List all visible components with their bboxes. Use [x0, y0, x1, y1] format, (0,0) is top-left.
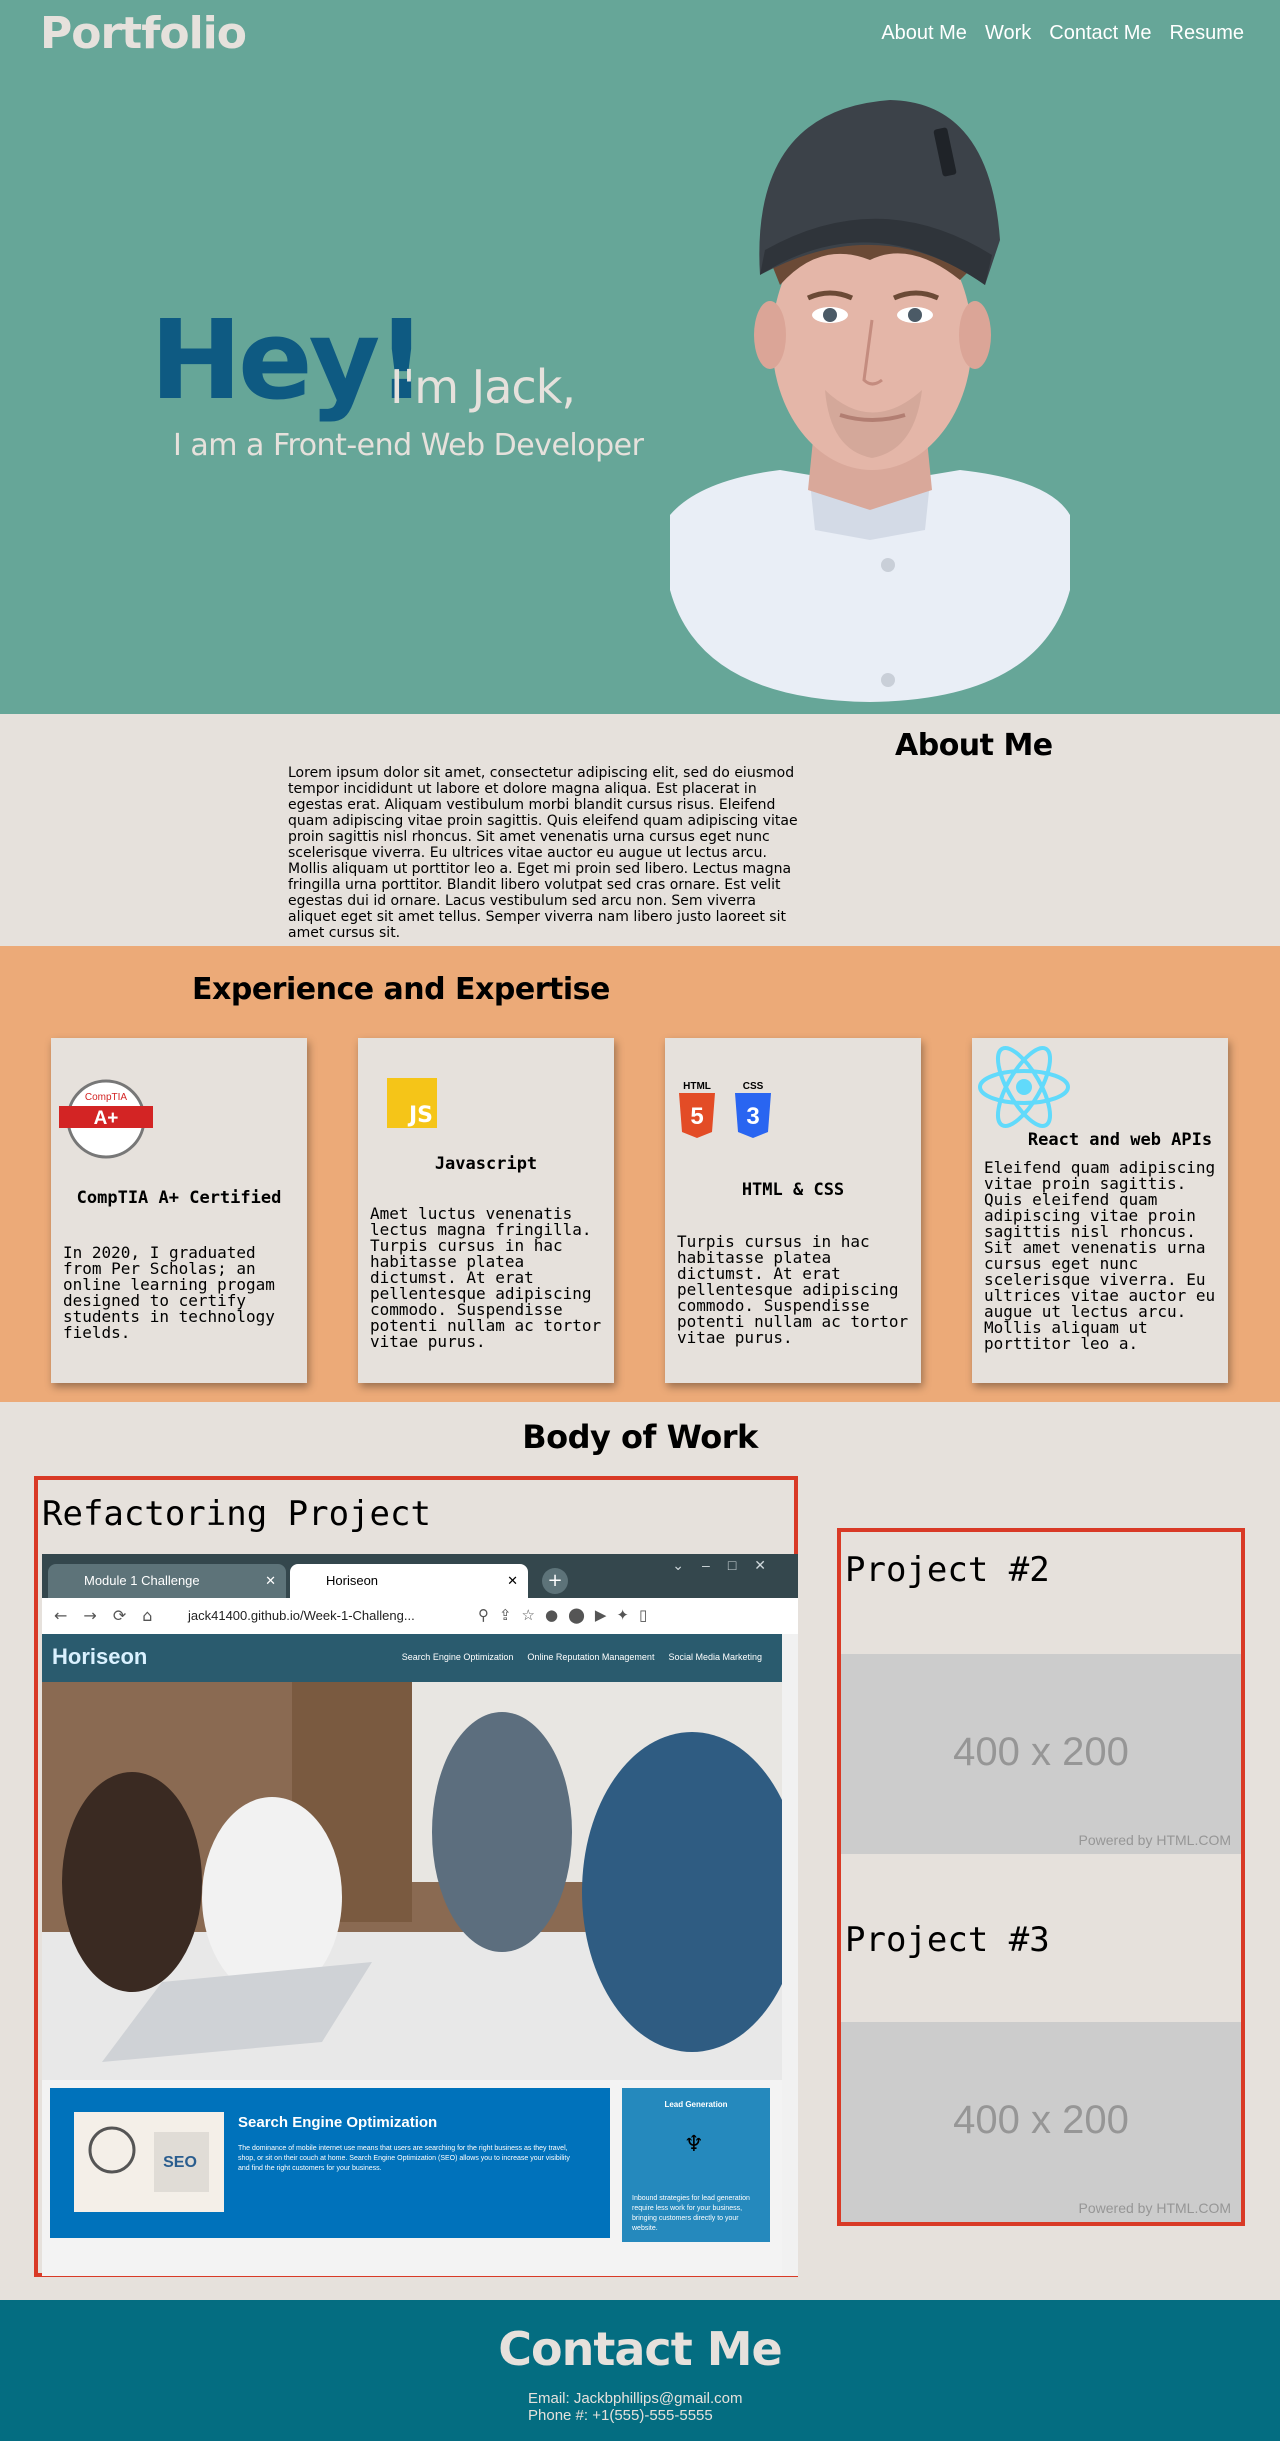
hero-subtitle: I am a Front-end Web Developer — [173, 428, 644, 463]
card-comptia: CompTIA A+ CompTIA A+ Certified In 2020,… — [51, 1038, 307, 1383]
lightbulb-icon: ♆ — [684, 2132, 704, 2157]
card-title: React and web APIs — [1027, 1130, 1213, 1150]
browser-url: jack41400.github.io/Week-1-Challeng... — [188, 1608, 415, 1623]
project-3-title: Project #3 — [845, 1920, 1050, 1960]
html-css-icon: HTML 5 CSS 3 — [679, 1081, 771, 1138]
react-logo-icon — [978, 1046, 1070, 1128]
side-projects: Project #2 400 x 200 Powered by HTML.COM… — [837, 1528, 1245, 2226]
seo-title: Search Engine Optimization — [238, 2114, 438, 2131]
horiseon-logo: Horiseon — [52, 1644, 148, 1669]
project-title: Refactoring Project — [42, 1494, 431, 1534]
card-title: CompTIA A+ Certified — [76, 1188, 282, 1208]
browser-tabbar: Module 1 Challenge ✕ Horiseon ✕ + ⌄–□✕ — [42, 1554, 798, 1598]
svg-text:JS: JS — [407, 1103, 433, 1128]
card-title: HTML & CSS — [741, 1180, 845, 1200]
svg-text:CSS: CSS — [743, 1081, 764, 1092]
project-refactoring[interactable]: Refactoring Project Module 1 Challenge ✕… — [34, 1476, 798, 2277]
svg-text:5: 5 — [690, 1103, 703, 1130]
javascript-icon: JS — [387, 1078, 437, 1128]
toolbar-icons: ⚲⇪☆●⬤▶✦▯ — [478, 1606, 658, 1624]
browser-tab-active: Horiseon ✕ — [290, 1564, 528, 1598]
hero-greeting: Hey! — [150, 296, 427, 424]
profile-photo — [670, 100, 1070, 702]
hero-section: Portfolio About Me Work Contact Me Resum… — [0, 0, 1280, 714]
seo-block: SEO Search Engine Optimization The domin… — [50, 2088, 610, 2238]
card-text: Amet luctus venenatis lectus magna fring… — [370, 1204, 602, 1351]
seo-image: SEO — [74, 2112, 224, 2212]
experience-title: Experience and Expertise — [192, 972, 610, 1007]
about-title: About Me — [895, 728, 1053, 763]
nav-arrows-icon: ←→⟳⌂ — [54, 1606, 169, 1625]
card-text: Turpis cursus in hac habitasse platea di… — [677, 1232, 909, 1347]
comptia-badge-icon: CompTIA A+ — [59, 1079, 153, 1159]
lead-text: Inbound strategies for lead generation r… — [632, 2195, 750, 2232]
browser-addressbar: ←→⟳⌂ jack41400.github.io/Week-1-Challeng… — [42, 1598, 798, 1635]
svg-text:CompTIA: CompTIA — [85, 1092, 128, 1103]
work-title: Body of Work — [522, 1418, 758, 1456]
card-javascript: JS Javascript Amet luctus venenatis lect… — [358, 1038, 614, 1383]
contact-section: Contact Me Email: Jackbphillips@gmail.co… — [0, 2300, 1280, 2441]
seo-text: The dominance of mobile internet use mea… — [238, 2145, 570, 2172]
window-controls-icon: ⌄–□✕ — [672, 1557, 784, 1573]
card-text: Eleifend quam adipiscing vitae proin sag… — [984, 1158, 1216, 1353]
main-nav: About Me Work Contact Me Resume — [881, 22, 1244, 45]
horiseon-header: Horiseon Search Engine Optimization Onli… — [42, 1634, 782, 1682]
project-2-placeholder[interactable]: 400 x 200 Powered by HTML.COM — [841, 1654, 1241, 1854]
svg-text:3: 3 — [746, 1103, 759, 1130]
lead-block: Lead Generation ♆ Inbound strategies for… — [622, 2088, 770, 2242]
about-text: Lorem ipsum dolor sit amet, consectetur … — [288, 765, 798, 941]
contact-email[interactable]: Email: Jackbphillips@gmail.com — [528, 2390, 742, 2407]
new-tab-icon: + — [542, 1568, 568, 1594]
screenshot-scrollbar — [782, 1634, 798, 2276]
card-text: In 2020, I graduated from Per Scholas; a… — [63, 1243, 275, 1342]
svg-text:A+: A+ — [94, 1108, 119, 1129]
about-section: About Me Lorem ipsum dolor sit amet, con… — [0, 714, 1280, 946]
horiseon-nav: Search Engine Optimization Online Reputa… — [401, 1652, 762, 1662]
work-section: Body of Work Refactoring Project Module … — [0, 1402, 1280, 2300]
nav-contact-me[interactable]: Contact Me — [1049, 22, 1151, 45]
nav-work[interactable]: Work — [985, 22, 1031, 45]
contact-phone: Phone #: +1(555)-555-5555 — [528, 2407, 713, 2424]
card-title: Javascript — [434, 1154, 538, 1174]
project-3-placeholder[interactable]: 400 x 200 Powered by HTML.COM — [841, 2022, 1241, 2222]
project-2-title: Project #2 — [845, 1550, 1050, 1590]
lead-title: Lead Generation — [664, 2100, 728, 2109]
svg-text:SEO: SEO — [163, 2154, 197, 2171]
site-logo[interactable]: Portfolio — [40, 8, 247, 59]
card-react: React and web APIs Eleifend quam adipisc… — [972, 1038, 1228, 1383]
nav-about-me[interactable]: About Me — [881, 22, 967, 45]
hero-name: I'm Jack, — [390, 360, 576, 414]
contact-title: Contact Me — [498, 2322, 782, 2376]
horiseon-hero-photo — [42, 1682, 782, 2080]
browser-tab: Module 1 Challenge ✕ — [48, 1564, 286, 1598]
project-screenshot[interactable]: Module 1 Challenge ✕ Horiseon ✕ + ⌄–□✕ ←… — [42, 1554, 798, 2276]
experience-section: Experience and Expertise CompTIA A+ Comp… — [0, 946, 1280, 1402]
card-html-css: HTML 5 CSS 3 HTML & CSS Turpis cursus in… — [665, 1038, 921, 1383]
nav-resume[interactable]: Resume — [1170, 22, 1244, 45]
svg-text:HTML: HTML — [683, 1081, 711, 1092]
